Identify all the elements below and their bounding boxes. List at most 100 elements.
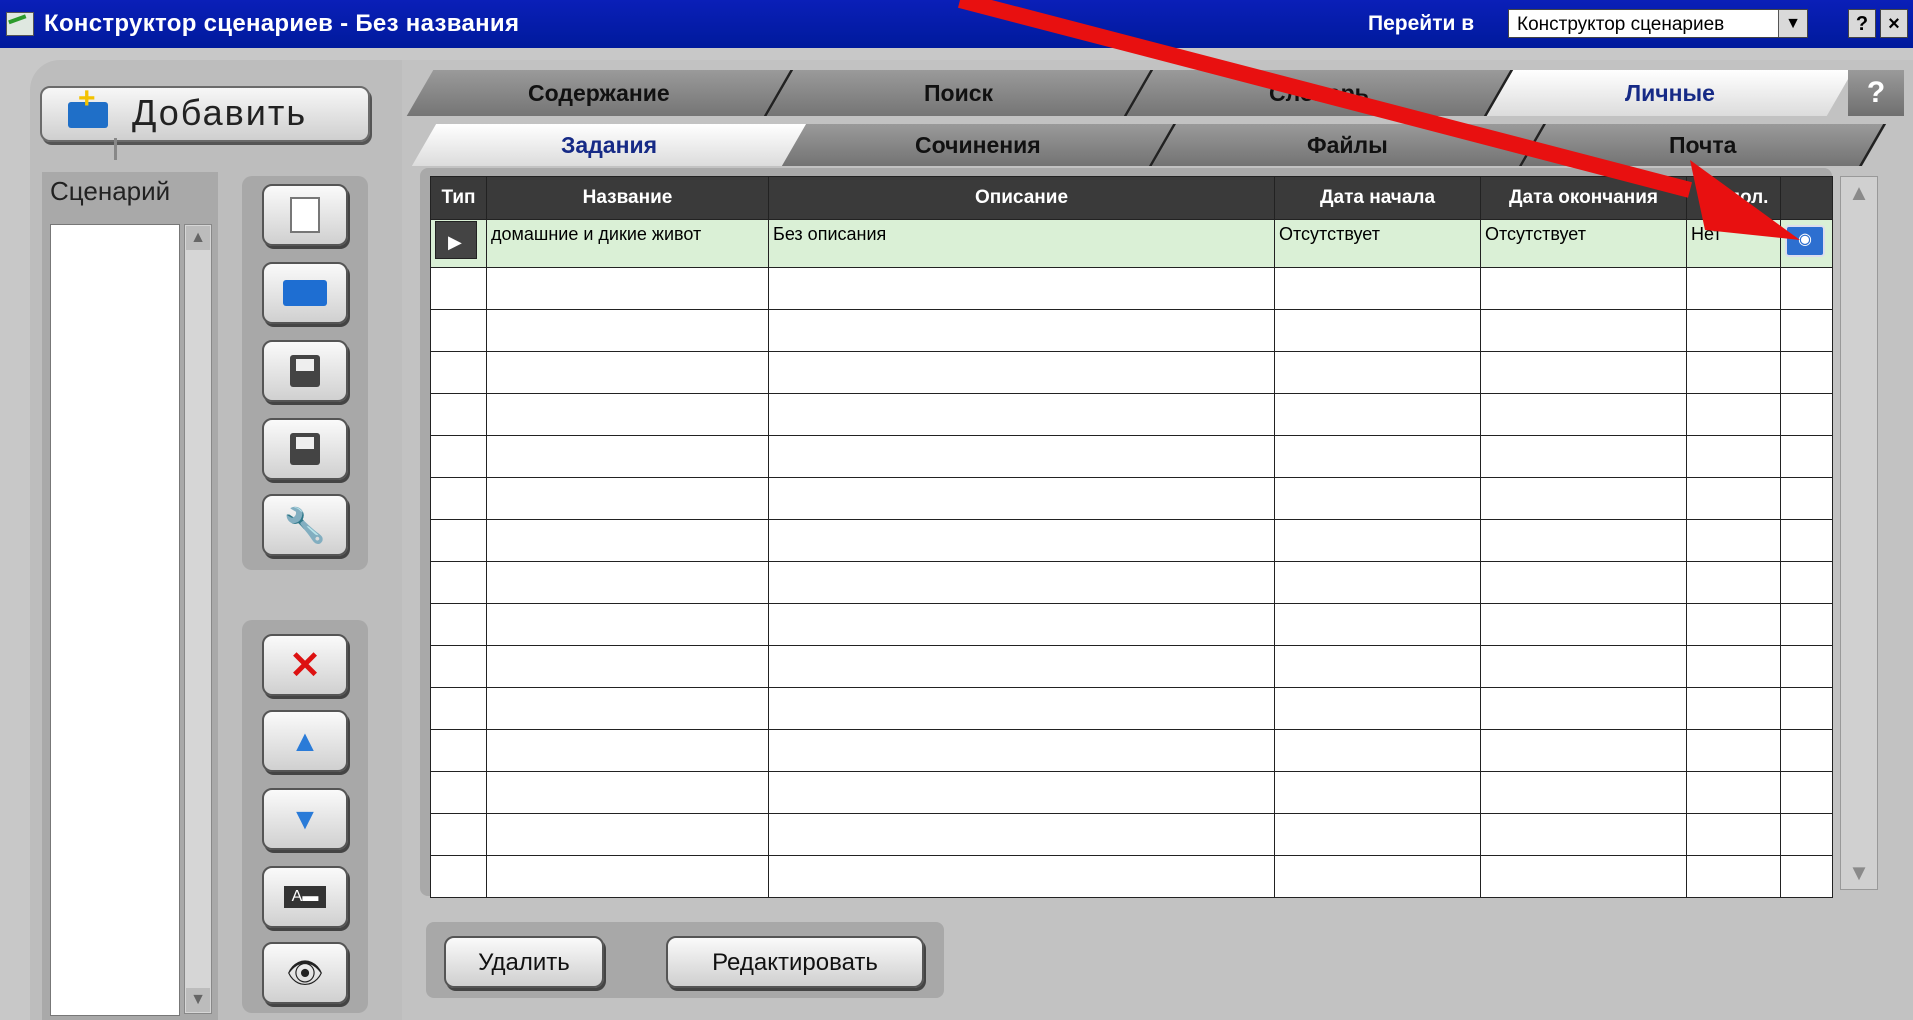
save-button[interactable] bbox=[262, 340, 348, 402]
edit-button[interactable]: Редактировать bbox=[666, 936, 924, 988]
col-end-date[interactable]: Дата окончания bbox=[1480, 176, 1687, 220]
table-row-empty[interactable] bbox=[430, 267, 1833, 310]
view-button[interactable]: 👁 bbox=[262, 942, 348, 1004]
scroll-down-icon[interactable]: ▼ bbox=[1845, 859, 1873, 887]
tab-content[interactable]: Содержание bbox=[406, 70, 794, 116]
move-down-button[interactable]: ▼ bbox=[262, 788, 348, 850]
empty-cell bbox=[1480, 435, 1687, 478]
empty-cell bbox=[486, 267, 769, 310]
empty-cell bbox=[1780, 687, 1833, 730]
help-button[interactable]: ? bbox=[1848, 9, 1876, 38]
empty-cell bbox=[1686, 477, 1781, 520]
edit-tools-group: ✕ ▲ ▼ A▬ 👁 bbox=[242, 620, 368, 1013]
start-date-cell: Отсутствует bbox=[1274, 219, 1481, 268]
subtab-tasks[interactable]: Задания bbox=[411, 124, 807, 166]
empty-cell bbox=[1480, 477, 1687, 520]
tab-personal[interactable]: Личные bbox=[1486, 70, 1854, 116]
goto-select[interactable]: Конструктор сценариев ▼ bbox=[1508, 9, 1808, 38]
scroll-up-icon[interactable]: ▲ bbox=[1845, 179, 1873, 207]
empty-cell bbox=[1780, 729, 1833, 772]
empty-cell bbox=[1480, 729, 1687, 772]
empty-cell bbox=[768, 813, 1275, 856]
empty-cell bbox=[430, 645, 487, 688]
empty-cell bbox=[1274, 729, 1481, 772]
table-row-empty[interactable] bbox=[430, 519, 1833, 562]
scenario-scrollbar[interactable]: ▲ ▼ bbox=[184, 224, 212, 1014]
tab-dictionary[interactable]: Словарь bbox=[1126, 70, 1514, 116]
subtab-mail[interactable]: Почта bbox=[1521, 124, 1887, 166]
empty-cell bbox=[486, 309, 769, 352]
empty-cell bbox=[768, 393, 1275, 436]
col-type[interactable]: Тип bbox=[430, 176, 487, 220]
scroll-up-icon[interactable]: ▲ bbox=[186, 226, 210, 250]
table-row-empty[interactable] bbox=[430, 435, 1833, 478]
table-row-empty[interactable] bbox=[430, 351, 1833, 394]
empty-cell bbox=[1480, 309, 1687, 352]
scroll-down-icon[interactable]: ▼ bbox=[186, 988, 210, 1012]
col-description[interactable]: Описание bbox=[768, 176, 1275, 220]
empty-cell bbox=[1274, 645, 1481, 688]
chevron-down-icon[interactable]: ▼ bbox=[1778, 10, 1807, 37]
empty-cell bbox=[1274, 561, 1481, 604]
table-row-empty[interactable] bbox=[430, 603, 1833, 646]
delete-button[interactable]: Удалить bbox=[444, 936, 604, 988]
empty-cell bbox=[486, 771, 769, 814]
col-name[interactable]: Название bbox=[486, 176, 769, 220]
table-row-empty[interactable] bbox=[430, 771, 1833, 814]
view-cell[interactable]: ◉ bbox=[1780, 219, 1833, 268]
empty-cell bbox=[1274, 687, 1481, 730]
empty-cell bbox=[1480, 351, 1687, 394]
col-start-date[interactable]: Дата начала bbox=[1274, 176, 1481, 220]
subtab-files[interactable]: Файлы bbox=[1151, 124, 1547, 166]
help-tab[interactable]: ? bbox=[1848, 70, 1904, 116]
empty-cell bbox=[1686, 267, 1781, 310]
close-button[interactable]: × bbox=[1880, 9, 1908, 38]
empty-cell bbox=[768, 603, 1275, 646]
table-row-empty[interactable] bbox=[430, 645, 1833, 688]
table-row[interactable]: домашние и дикие живот Без описания Отсу… bbox=[430, 219, 1833, 268]
app-icon bbox=[6, 12, 34, 36]
empty-cell bbox=[1780, 435, 1833, 478]
table-row-empty[interactable] bbox=[430, 813, 1833, 856]
table-scrollbar[interactable]: ▲ ▼ bbox=[1840, 176, 1878, 890]
add-button[interactable]: Добавить bbox=[40, 82, 370, 142]
scenario-list[interactable] bbox=[50, 224, 180, 1016]
new-button[interactable] bbox=[262, 184, 348, 246]
text-label-button[interactable]: A▬ bbox=[262, 866, 348, 928]
tasks-table: Тип Название Описание Дата начала Дата о… bbox=[430, 176, 1833, 898]
table-row-empty[interactable] bbox=[430, 309, 1833, 352]
save-as-button[interactable] bbox=[262, 418, 348, 480]
empty-cell bbox=[1274, 393, 1481, 436]
delete-item-button[interactable]: ✕ bbox=[262, 634, 348, 696]
empty-cell bbox=[1274, 435, 1481, 478]
add-button-label: Добавить bbox=[132, 92, 308, 133]
file-tools-group: 🔧 bbox=[242, 176, 368, 570]
open-button[interactable] bbox=[262, 262, 348, 324]
empty-cell bbox=[1274, 813, 1481, 856]
empty-cell bbox=[430, 687, 487, 730]
table-row-empty[interactable] bbox=[430, 561, 1833, 604]
empty-cell bbox=[1686, 813, 1781, 856]
table-row-empty[interactable] bbox=[430, 687, 1833, 730]
table-row-empty[interactable] bbox=[430, 855, 1833, 898]
scenario-label: Сценарий bbox=[50, 176, 171, 206]
empty-cell bbox=[1274, 519, 1481, 562]
goto-label: Перейти в bbox=[1368, 12, 1475, 35]
new-document-icon bbox=[290, 197, 320, 234]
empty-cell bbox=[430, 435, 487, 478]
settings-button[interactable]: 🔧 bbox=[262, 494, 348, 556]
empty-cell bbox=[430, 813, 487, 856]
move-up-button[interactable]: ▲ bbox=[262, 710, 348, 772]
empty-cell bbox=[1480, 771, 1687, 814]
col-done[interactable]: Выпол. bbox=[1686, 176, 1781, 220]
view-eye-icon[interactable]: ◉ bbox=[1785, 225, 1825, 257]
table-row-empty[interactable] bbox=[430, 393, 1833, 436]
tab-search[interactable]: Поиск bbox=[766, 70, 1154, 116]
table-row-empty[interactable] bbox=[430, 729, 1833, 772]
subtab-essays[interactable]: Сочинения bbox=[781, 124, 1177, 166]
empty-cell bbox=[430, 477, 487, 520]
empty-cell bbox=[768, 729, 1275, 772]
delete-x-icon: ✕ bbox=[289, 645, 321, 687]
table-row-empty[interactable] bbox=[430, 477, 1833, 520]
empty-cell bbox=[1780, 771, 1833, 814]
